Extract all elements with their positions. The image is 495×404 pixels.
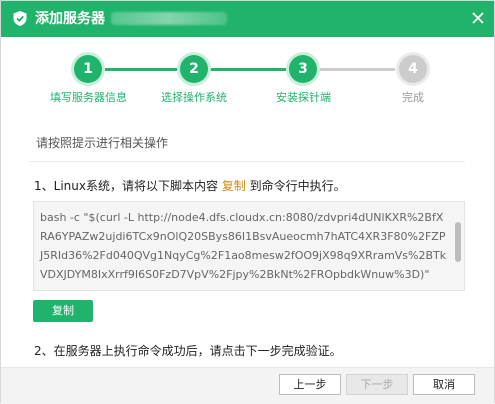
step-3-circle: 3 [289, 55, 317, 83]
inline-copy-link[interactable]: 复制 [222, 179, 246, 193]
next-button[interactable]: 下一步 [346, 374, 408, 395]
step-indicator: 1 2 3 4 填写服务器信息 选择操作系统 安装探针端 完成 [1, 53, 494, 113]
step-2-label: 选择操作系统 [161, 91, 227, 104]
instruction-prefix: 1、Linux系统，请将以下脚本内容 [34, 179, 222, 193]
server-name-redacted [111, 12, 227, 25]
step-connector [319, 68, 395, 71]
step-connector [210, 68, 286, 71]
step-4-circle: 4 [399, 55, 427, 83]
step-4-label: 完成 [402, 91, 424, 104]
dialog-title: 添加服务器 [35, 11, 105, 27]
prev-button[interactable]: 上一步 [279, 374, 341, 395]
add-server-dialog: 添加服务器 1 2 3 4 填写服务器信息 选择操作系统 安装探针端 完成 请按… [0, 0, 495, 404]
step-2-circle: 2 [180, 55, 208, 83]
cancel-button[interactable]: 取消 [413, 374, 475, 395]
close-icon[interactable] [471, 11, 485, 25]
scrollbar[interactable] [455, 222, 461, 262]
instruction-linux: 1、Linux系统，请将以下脚本内容 复制 到命令行中执行。 [34, 178, 346, 194]
hint-text: 请按照提示进行相关操作 [36, 136, 169, 150]
dialog-titlebar: 添加服务器 [1, 1, 494, 37]
command-textarea[interactable]: bash -c "$(curl -L http://node4.dfs.clou… [33, 201, 465, 291]
shield-logo-icon [13, 11, 27, 26]
step-1-label: 填写服务器信息 [50, 91, 127, 104]
copy-button[interactable]: 复制 [33, 300, 93, 322]
instruction-suffix: 到命令行中执行。 [245, 179, 346, 193]
dialog-footer: 上一步 下一步 取消 [1, 367, 494, 404]
step-1-circle: 1 [74, 55, 102, 83]
instruction-verify: 2、在服务器上执行命令成功后，请点击下一步完成验证。 [34, 344, 342, 358]
command-text: bash -c "$(curl -L http://node4.dfs.clou… [40, 211, 447, 281]
divider [29, 161, 465, 162]
step-connector [105, 68, 177, 71]
step-3-label: 安装探针端 [276, 91, 331, 104]
